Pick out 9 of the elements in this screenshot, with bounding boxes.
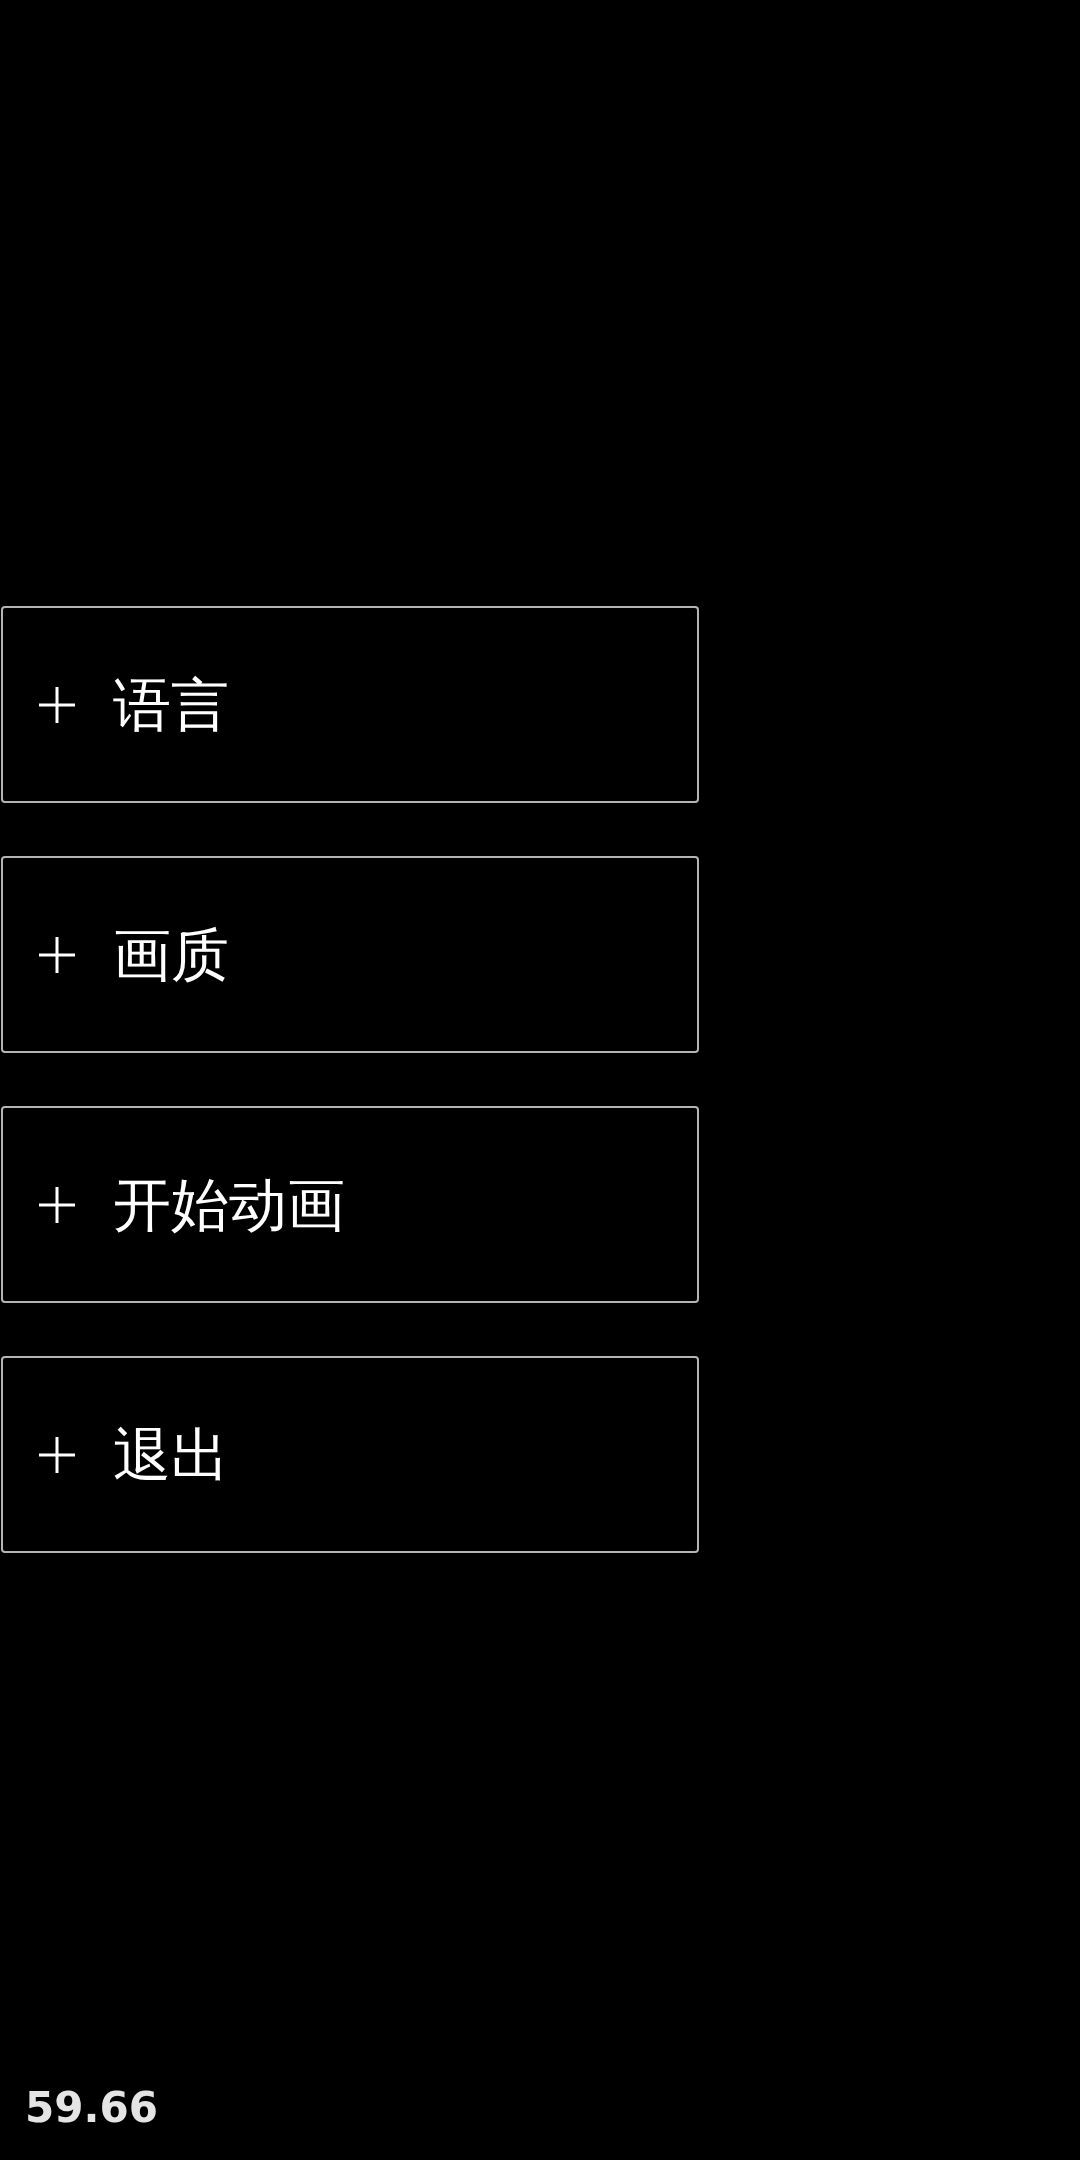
menu-button[interactable]: 画质 [1,856,699,1053]
plus-icon [39,936,75,973]
menu-button[interactable]: 语言 [1,606,699,803]
plus-icon [39,686,75,723]
menu-button[interactable]: 开始动画 [1,1106,699,1303]
plus-icon [39,1436,75,1473]
menu-button[interactable]: 退出 [1,1356,699,1553]
fps-counter: 59.66 [25,2083,158,2132]
plus-icon [39,1186,75,1223]
